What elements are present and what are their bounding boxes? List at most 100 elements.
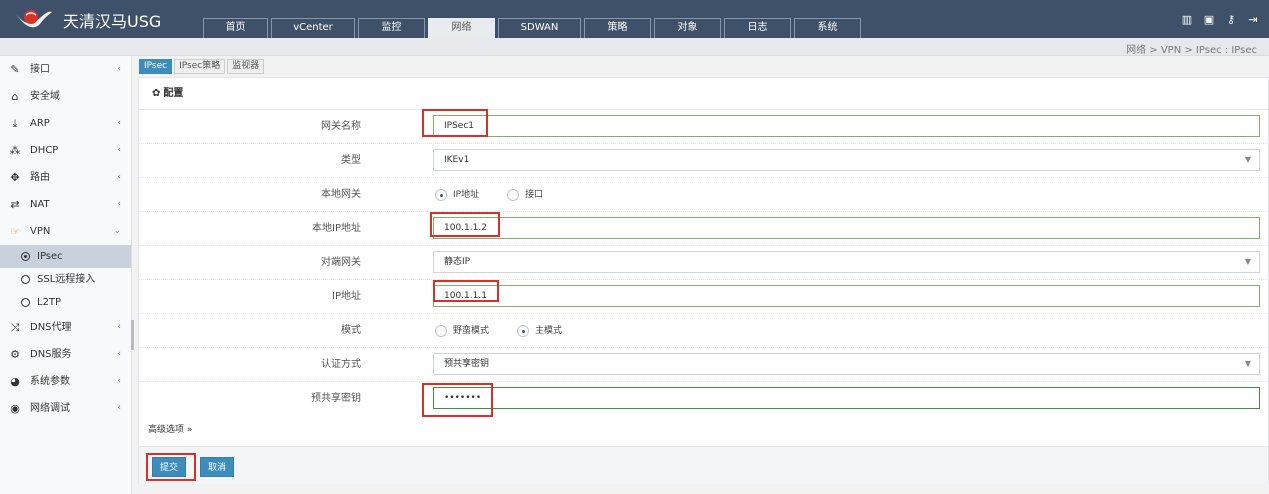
sidebar-item-label: 安全域 xyxy=(30,91,60,102)
tab-home[interactable]: 首页 xyxy=(203,18,268,38)
cancel-button[interactable]: 取消 xyxy=(200,457,235,477)
tab-monitor[interactable]: 监控 xyxy=(358,18,425,38)
circle-icon xyxy=(21,298,30,307)
sidebar-item-vpn[interactable]: ☞ VPN ⌄ xyxy=(0,218,131,245)
sidebar-scrollbar[interactable] xyxy=(131,320,134,350)
radio-interface[interactable]: 接口 xyxy=(507,178,543,212)
sidebar-item-dns-proxy[interactable]: ⤨ DNS代理 ‹ xyxy=(0,314,131,341)
tab-network[interactable]: 网络 xyxy=(428,18,495,38)
chevron-left-icon: ‹ xyxy=(117,172,121,182)
chevron-left-icon: ‹ xyxy=(117,376,121,386)
radio-circle xyxy=(435,325,447,337)
subtab-ipsec-policy[interactable]: IPsec策略 xyxy=(174,59,226,74)
key-icon[interactable]: ⚷ xyxy=(1225,14,1237,26)
top-icons: ▥ ▣ ⚷ ⇥ xyxy=(1181,14,1259,26)
sidebar-item-system-params[interactable]: ◕ 系统参数 ‹ xyxy=(0,368,131,395)
network-icon: ⁂ xyxy=(9,144,21,157)
sidebar-item-label: 系统参数 xyxy=(30,376,70,387)
peer-ip-input[interactable]: 100.1.1.1 xyxy=(433,285,1260,307)
sidebar: ✎ 接口 ‹ ⌂ 安全域 ⤓ ARP ‹ ⁂ DHCP ‹ ✥ 路由 ‹ ⇄ N… xyxy=(0,56,132,494)
cogs-icon: ⚙ xyxy=(10,348,20,361)
tab-log[interactable]: 日志 xyxy=(724,18,791,38)
tab-vcenter[interactable]: vCenter xyxy=(271,18,355,38)
chevron-left-icon: ‹ xyxy=(117,322,121,332)
panel-header: ✿ 配置 xyxy=(139,78,1268,110)
exchange-icon: ⇄ xyxy=(10,198,20,211)
advanced-options-link[interactable]: 高级选项 » xyxy=(148,422,192,435)
sidebar-subitem-l2tp[interactable]: L2TP xyxy=(0,291,131,314)
sidebar-item-nat[interactable]: ⇄ NAT ‹ xyxy=(0,191,131,218)
chevron-down-icon: ⌄ xyxy=(113,226,121,236)
radio-circle xyxy=(517,325,530,337)
radio-label: 野蛮模式 xyxy=(453,326,490,336)
form-row-ip-address: IP地址 100.1.1.1 xyxy=(139,280,1268,314)
caret-down-icon: ▼ xyxy=(1244,257,1251,266)
gateway-name-input[interactable]: IPSec1 xyxy=(433,115,1260,137)
sidebar-item-label: 路由 xyxy=(30,172,50,183)
sidebar-item-arp[interactable]: ⤓ ARP ‹ xyxy=(0,110,131,137)
field-label: 认证方式 xyxy=(321,359,361,370)
auth-method-select[interactable]: 预共享密钥 ▼ xyxy=(433,353,1260,375)
caret-down-icon: ▼ xyxy=(1244,155,1251,164)
type-select[interactable]: IKEv1 ▼ xyxy=(433,149,1260,171)
chevron-left-icon: ‹ xyxy=(117,118,121,128)
field-label: 类型 xyxy=(341,155,361,166)
sidebar-item-label: DNS服务 xyxy=(30,349,72,360)
form-row-type: 类型 IKEv1 ▼ xyxy=(139,144,1268,178)
form-row-local-ip: 本地IP地址 100.1.1.2 xyxy=(139,212,1268,246)
sidebar-item-network-debug[interactable]: ◉ 网络调试 ‹ xyxy=(0,395,131,422)
form-footer: 提交 取消 xyxy=(139,446,1268,484)
sidebar-item-label: 接口 xyxy=(30,64,50,75)
book-icon[interactable]: ▥ xyxy=(1181,14,1193,26)
sidebar-item-label: VPN xyxy=(30,226,51,237)
radio-ip-address[interactable]: IP地址 xyxy=(435,178,479,212)
logout-icon[interactable]: ⇥ xyxy=(1247,14,1259,26)
sidebar-subitem-ipsec[interactable]: IPsec xyxy=(0,245,131,268)
tab-object[interactable]: 对象 xyxy=(654,18,721,38)
tab-sdwan[interactable]: SDWAN xyxy=(498,18,581,38)
field-label: IP地址 xyxy=(332,291,361,302)
radio-circle xyxy=(507,189,520,201)
chevron-left-icon: ‹ xyxy=(117,145,121,155)
radio-main-mode[interactable]: 主模式 xyxy=(517,314,562,348)
form-row-auth-method: 认证方式 预共享密钥 ▼ xyxy=(139,348,1268,382)
select-value: IKEv1 xyxy=(444,155,470,165)
sidebar-subitem-label: IPsec xyxy=(37,251,63,262)
sidebar-item-dns-service[interactable]: ⚙ DNS服务 ‹ xyxy=(0,341,131,368)
sidebar-item-security-zone[interactable]: ⌂ 安全域 xyxy=(0,83,131,110)
sidebar-item-label: ARP xyxy=(30,118,50,129)
select-value: 预共享密钥 xyxy=(444,359,490,369)
sidebar-item-route[interactable]: ✥ 路由 ‹ xyxy=(0,164,131,191)
sidebar-item-interface[interactable]: ✎ 接口 ‹ xyxy=(0,56,131,83)
submit-button[interactable]: 提交 xyxy=(152,457,187,477)
tab-system[interactable]: 系统 xyxy=(794,18,861,38)
form-row-local-gateway: 本地网关 IP地址 接口 xyxy=(139,178,1268,212)
radio-label: 主模式 xyxy=(535,326,563,336)
mode-radio-group: 野蛮模式 主模式 xyxy=(435,314,590,348)
save-icon[interactable]: ▣ xyxy=(1203,14,1215,26)
field-label: 对端网关 xyxy=(321,257,361,268)
peer-gateway-select[interactable]: 静态IP ▼ xyxy=(433,251,1260,273)
chevron-left-icon: ‹ xyxy=(117,199,121,209)
chevron-left-icon: ‹ xyxy=(117,349,121,359)
subtab-ipsec[interactable]: IPsec xyxy=(139,59,173,74)
psk-input[interactable]: ••••••• xyxy=(433,387,1260,409)
local-ip-input[interactable]: 100.1.1.2 xyxy=(433,217,1260,239)
sidebar-item-label: DHCP xyxy=(30,145,59,156)
chevron-left-icon: ‹ xyxy=(117,403,121,413)
form-row-peer-gateway: 对端网关 静态IP ▼ xyxy=(139,246,1268,280)
form-row-psk: 预共享密钥 ••••••• xyxy=(139,382,1268,416)
sidebar-item-dhcp[interactable]: ⁂ DHCP ‹ xyxy=(0,137,131,164)
main-nav-tabs: 首页 vCenter 监控 网络 SDWAN 策略 对象 日志 系统 xyxy=(203,18,864,38)
panel-title: 配置 xyxy=(163,88,184,99)
form-row-gateway-name: 网关名称 IPSec1 xyxy=(139,110,1268,144)
caret-down-icon: ▼ xyxy=(1244,359,1251,368)
field-label: 本地IP地址 xyxy=(312,223,361,234)
sidebar-subitem-ssl-vpn[interactable]: SSL远程接入 xyxy=(0,268,131,291)
tab-policy[interactable]: 策略 xyxy=(584,18,651,38)
field-label: 网关名称 xyxy=(321,121,361,132)
radio-aggressive-mode[interactable]: 野蛮模式 xyxy=(435,314,489,348)
sidebar-subitem-label: SSL远程接入 xyxy=(37,274,96,285)
download-icon: ⤓ xyxy=(12,117,18,130)
subtab-monitor[interactable]: 监视器 xyxy=(227,59,265,74)
